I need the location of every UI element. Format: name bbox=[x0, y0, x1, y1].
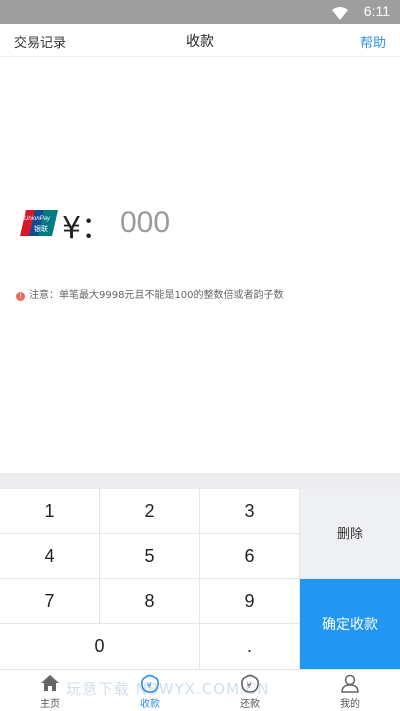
tab-repay[interactable]: ¥ 还款 bbox=[200, 670, 300, 711]
notice-text: 注意：单笔最大9998元且不能是100的整数倍或者韵子数 bbox=[29, 290, 284, 301]
svg-text:UnionPay: UnionPay bbox=[24, 216, 51, 222]
status-bar: 6:11 bbox=[0, 0, 400, 24]
user-icon bbox=[340, 674, 360, 697]
tab-receive[interactable]: ¥ 收款 bbox=[100, 670, 200, 711]
key-5[interactable]: 5 bbox=[100, 534, 199, 578]
tab-bar: 主页 ¥ 收款 ¥ 还款 我的 bbox=[0, 669, 400, 711]
key-6[interactable]: 6 bbox=[200, 534, 299, 578]
key-1[interactable]: 1 bbox=[0, 489, 99, 533]
svg-text:¥: ¥ bbox=[147, 681, 152, 690]
key-decimal[interactable]: . bbox=[200, 624, 299, 669]
svg-text:银联: 银联 bbox=[34, 224, 48, 233]
key-0[interactable]: 0 bbox=[0, 624, 199, 669]
unionpay-logo: UnionPay 银联 bbox=[20, 209, 58, 241]
svg-text:¥: ¥ bbox=[247, 681, 252, 690]
key-7[interactable]: 7 bbox=[0, 579, 99, 623]
tab-home[interactable]: 主页 bbox=[0, 670, 100, 711]
key-3[interactable]: 3 bbox=[200, 489, 299, 533]
home-icon bbox=[40, 674, 60, 696]
delete-button[interactable]: 删除 bbox=[300, 489, 400, 578]
confirm-receive-button[interactable]: 确定收款 bbox=[300, 579, 400, 669]
receive-icon: ¥ bbox=[140, 674, 160, 697]
keypad: 1 2 3 4 5 6 7 8 9 0 . 删除 确定收款 bbox=[0, 489, 400, 669]
amount-input[interactable] bbox=[120, 205, 280, 241]
wifi-icon bbox=[332, 5, 348, 24]
page-title: 收款 bbox=[186, 34, 214, 50]
status-time: 6:11 bbox=[363, 3, 390, 19]
key-2[interactable]: 2 bbox=[100, 489, 199, 533]
currency-label: ¥： bbox=[62, 211, 112, 246]
help-link[interactable]: 帮助 bbox=[360, 32, 386, 51]
tab-mine[interactable]: 我的 bbox=[300, 670, 400, 711]
notice: ! 注意：单笔最大9998元且不能是100的整数倍或者韵子数 bbox=[16, 286, 284, 301]
keypad-header-strip bbox=[0, 473, 400, 489]
key-9[interactable]: 9 bbox=[200, 579, 299, 623]
key-8[interactable]: 8 bbox=[100, 579, 199, 623]
key-4[interactable]: 4 bbox=[0, 534, 99, 578]
exclamation-icon: ! bbox=[16, 292, 25, 301]
nav-bar: 交易记录 收款 帮助 bbox=[0, 24, 400, 57]
repay-icon: ¥ bbox=[240, 674, 260, 697]
